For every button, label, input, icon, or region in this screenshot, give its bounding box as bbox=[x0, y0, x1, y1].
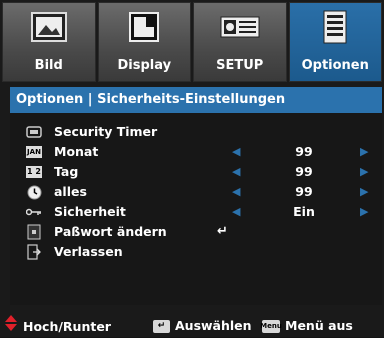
footer-bar: Hoch/Runter ↵ Auswählen Menu Menü aus bbox=[0, 315, 384, 337]
display-icon bbox=[124, 9, 164, 45]
exit-icon bbox=[26, 244, 42, 260]
page-title: Optionen | Sicherheits-Einstellungen bbox=[10, 87, 382, 113]
menu-item-value: 99 bbox=[295, 144, 313, 159]
right-arrow-icon[interactable]: ▶ bbox=[360, 182, 368, 202]
clock-icon bbox=[26, 185, 42, 199]
left-arrow-icon[interactable]: ◀ bbox=[232, 202, 240, 222]
footer-nav-hint: Hoch/Runter bbox=[4, 315, 111, 338]
menu-item-security-timer[interactable]: Security Timer bbox=[10, 122, 382, 142]
tab-label: Optionen bbox=[301, 58, 369, 73]
footer-nav-label: Hoch/Runter bbox=[23, 318, 111, 334]
month-icon: JAN bbox=[26, 145, 42, 159]
menu-item-alles[interactable]: alles ◀ 99 ▶ bbox=[10, 182, 382, 202]
right-arrow-icon[interactable]: ▶ bbox=[360, 162, 368, 182]
options-icon bbox=[315, 9, 355, 45]
right-arrow-icon[interactable]: ▶ bbox=[360, 142, 368, 162]
footer-select-label: Auswählen bbox=[175, 318, 252, 333]
right-arrow-icon[interactable]: ▶ bbox=[360, 202, 368, 222]
footer-select-hint: ↵ Auswählen bbox=[153, 315, 252, 337]
left-arrow-icon[interactable]: ◀ bbox=[232, 162, 240, 182]
tab-label: SETUP bbox=[216, 58, 264, 73]
tab-bar: Bild Display SETUP Optionen bbox=[2, 2, 382, 82]
menu-item-label: Security Timer bbox=[54, 124, 158, 139]
menu-item-value: 99 bbox=[295, 184, 313, 199]
tab-optionen[interactable]: Optionen bbox=[288, 2, 382, 82]
menu-key-icon: Menu bbox=[260, 319, 282, 333]
tab-display[interactable]: Display bbox=[97, 2, 191, 82]
menu-item-label: Tag bbox=[54, 164, 79, 179]
left-arrow-icon[interactable]: ◀ bbox=[232, 182, 240, 202]
menu-item-label: Sicherheit bbox=[54, 204, 126, 219]
timer-icon bbox=[26, 125, 42, 139]
enter-key-icon: ↵ bbox=[153, 319, 170, 333]
footer-menu-hint: Menu Menü aus bbox=[260, 315, 353, 337]
month-icon-text: JAN bbox=[26, 146, 42, 158]
menu-item-value: Ein bbox=[293, 204, 315, 219]
menu-item-verlassen[interactable]: Verlassen bbox=[10, 242, 382, 262]
menu-item-sicherheit[interactable]: Sicherheit ◀ Ein ▶ bbox=[10, 202, 382, 222]
tab-bild[interactable]: Bild bbox=[2, 2, 96, 82]
tab-setup[interactable]: SETUP bbox=[193, 2, 287, 82]
left-arrow-icon[interactable]: ◀ bbox=[232, 142, 240, 162]
menu-panel: Security Timer JAN Monat ◀ 99 ▶ 1 2 Tag … bbox=[10, 113, 382, 305]
tab-label: Display bbox=[117, 58, 172, 73]
up-down-arrow-icon bbox=[4, 315, 18, 338]
password-icon bbox=[26, 224, 42, 240]
setup-icon bbox=[220, 9, 260, 45]
menu-item-label: alles bbox=[54, 184, 87, 199]
osd-menu: Bild Display SETUP Optionen Optionen | S… bbox=[0, 0, 384, 337]
footer-menu-label: Menü aus bbox=[285, 318, 353, 333]
menu-item-value: 99 bbox=[295, 164, 313, 179]
picture-icon bbox=[29, 9, 69, 45]
menu-item-label: Verlassen bbox=[54, 244, 123, 259]
day-icon: 1 2 bbox=[26, 165, 42, 179]
menu-item-label: Monat bbox=[54, 144, 99, 159]
menu-item-monat[interactable]: JAN Monat ◀ 99 ▶ bbox=[10, 142, 382, 162]
menu-item-passwort[interactable]: Paßwort ändern ↵ bbox=[10, 222, 382, 242]
tab-label: Bild bbox=[34, 58, 63, 73]
enter-icon: ↵ bbox=[217, 224, 228, 239]
menu-item-tag[interactable]: 1 2 Tag ◀ 99 ▶ bbox=[10, 162, 382, 182]
menu-item-label: Paßwort ändern bbox=[54, 224, 167, 239]
day-icon-text: 1 2 bbox=[26, 166, 42, 178]
key-icon bbox=[26, 205, 42, 219]
